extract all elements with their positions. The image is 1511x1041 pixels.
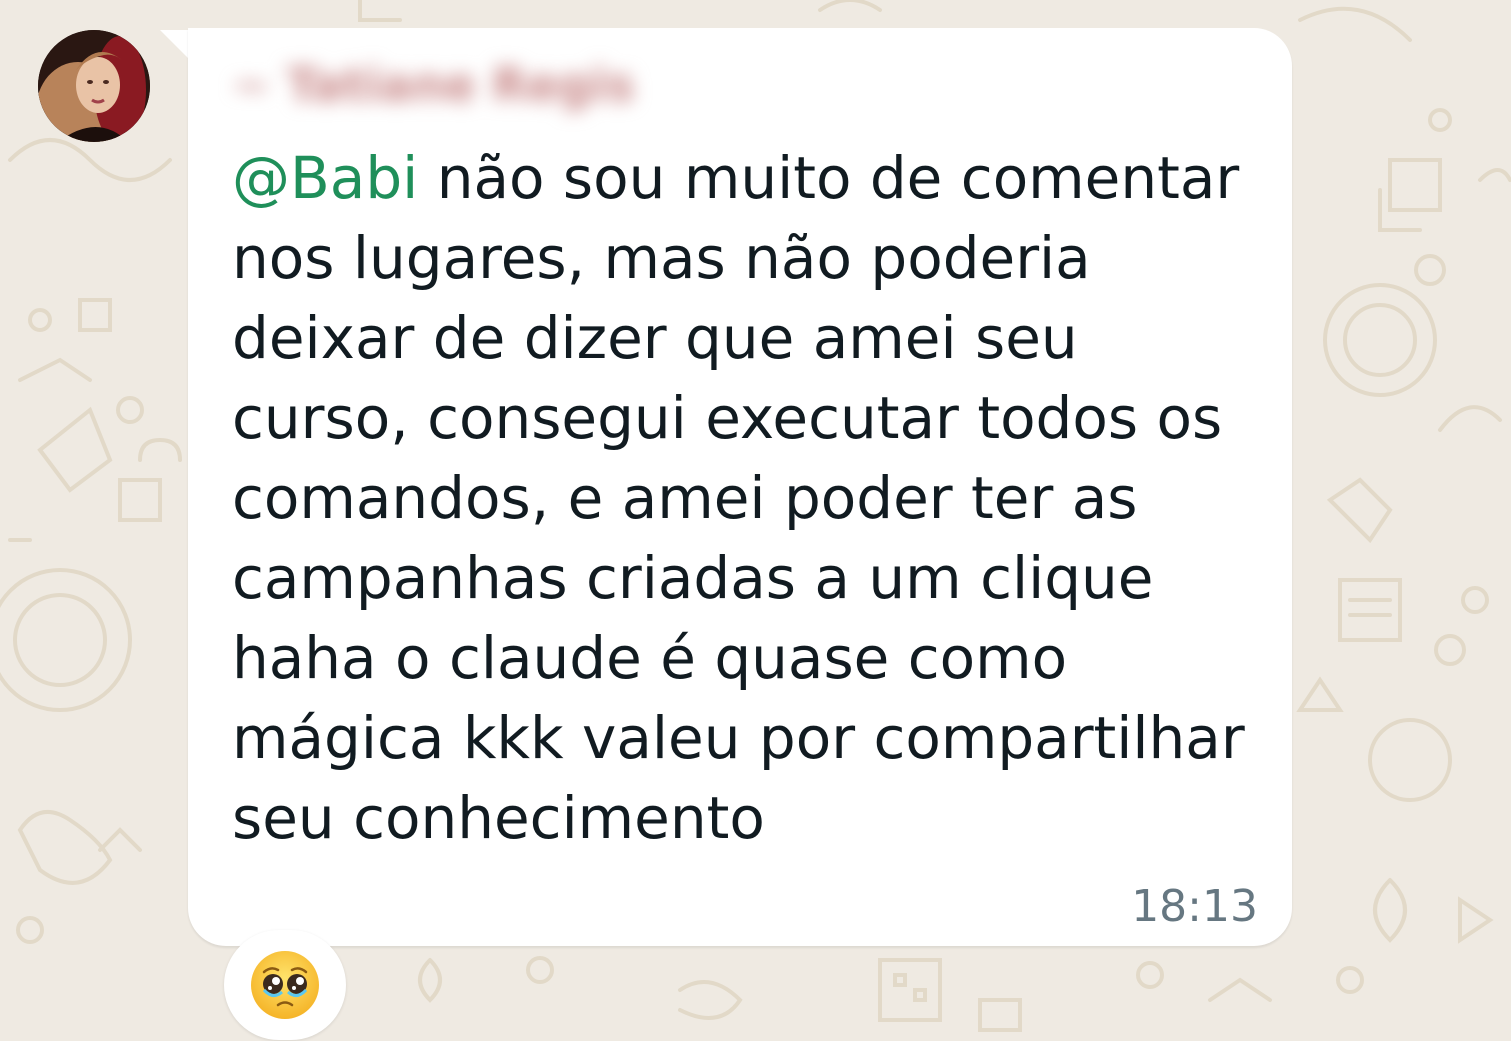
message-bubble[interactable]: ~ Tatiane Regis @Babi não sou muito de c…: [188, 28, 1292, 946]
reaction-badge[interactable]: [224, 930, 346, 1040]
message-body: não sou muito de comentar nos lugares, m…: [232, 144, 1245, 852]
message-time: 18:13: [1131, 881, 1258, 932]
message-text: @Babi não sou muito de comentar nos luga…: [232, 138, 1272, 858]
pleading-face-icon: [251, 951, 319, 1019]
avatar-photo: [38, 30, 150, 142]
sender-name[interactable]: ~ Tatiane Regis: [232, 58, 635, 112]
mention-link[interactable]: @Babi: [232, 144, 418, 212]
sender-avatar[interactable]: [38, 30, 150, 142]
